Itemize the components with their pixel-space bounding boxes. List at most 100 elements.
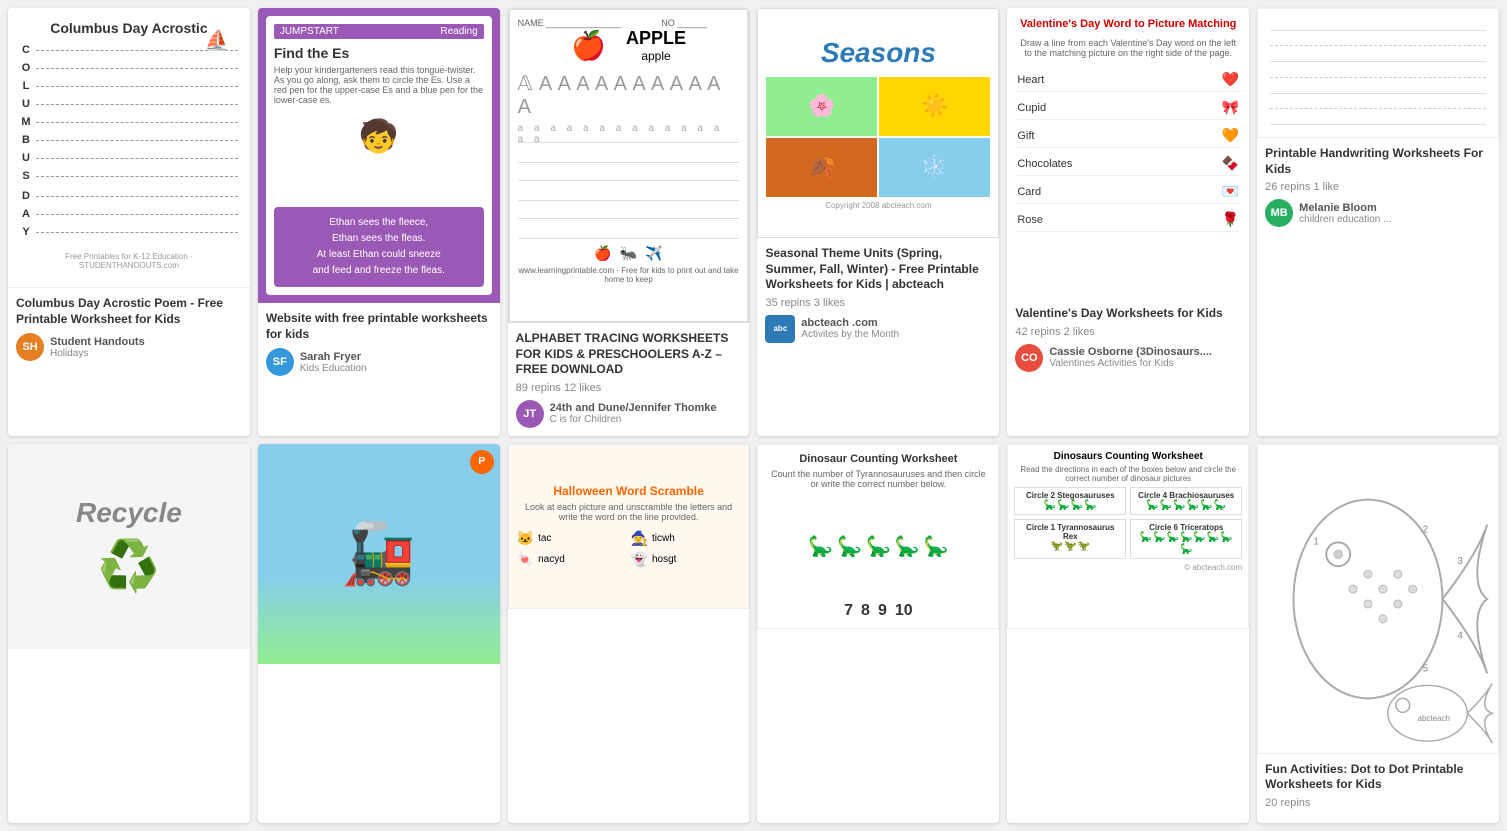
- card-body: Website with free printable worksheets f…: [258, 303, 500, 384]
- val-row-gift: Gift 🧡: [1017, 124, 1239, 148]
- card-image: NAME _______________ NO ______ 🍎 APPLE a…: [508, 8, 750, 323]
- card-title: Fun Activities: Dot to Dot Printable Wor…: [1265, 762, 1491, 793]
- card-stats: 42 repins 2 likes: [1015, 326, 1241, 338]
- author-name: Cassie Osborne (3Dinosaurs....: [1049, 346, 1241, 358]
- card-image: JUMPSTART Reading Find the Es Help your …: [258, 8, 500, 303]
- val-row-chocolates: Chocolates 🍫: [1017, 152, 1239, 176]
- card-image: 1 2 3 4 5 abcteach: [1257, 444, 1499, 754]
- author-info: Sarah Fryer Kids Education: [300, 351, 492, 374]
- fish-svg: 1 2 3 4 5 abcteach: [1258, 445, 1498, 753]
- card-fish[interactable]: Save 1 2 3: [1257, 444, 1499, 823]
- valentine-subtitle: Draw a line from each Valentine's Day wo…: [1017, 38, 1239, 58]
- author-name: abcteach .com: [801, 317, 991, 329]
- author-name: 24th and Dune/Jennifer Thomke: [550, 402, 742, 414]
- card-title: Seasonal Theme Units (Spring, Summer, Fa…: [765, 246, 991, 293]
- card-columbus[interactable]: Save ⛵ Columbus Day Acrostic C O L U M B…: [8, 8, 250, 436]
- worksheet-title: Find the Es: [274, 45, 484, 61]
- scramble-title: Halloween Word Scramble: [553, 484, 704, 498]
- user-badge: P: [470, 450, 494, 474]
- card-author[interactable]: abc abcteach .com Activites by the Month: [765, 315, 991, 343]
- seasons-title: Seasons: [821, 37, 936, 69]
- author-sub: Kids Education: [300, 363, 492, 374]
- dw-cell: Circle 6 Triceratops 🦕 🦕 🦕 🦕 🦕 🦕 🦕 🦕: [1130, 519, 1242, 559]
- scramble-item: 🍬 nacyd: [517, 551, 627, 568]
- tracing-lines: a a a a a a a a a a a a a a a: [518, 125, 740, 239]
- card-image: Recycle ♻️: [8, 444, 250, 649]
- card-recycle[interactable]: Save Recycle ♻️: [8, 444, 250, 823]
- scramble-item: 🧙 ticwh: [631, 530, 741, 547]
- card-author[interactable]: SH Student Handouts Holidays: [16, 333, 242, 361]
- dw-footer: © abcteach.com: [1014, 563, 1242, 572]
- dw-cell: Circle 4 Brachiosauruses 🦕 🦕 🦕 🦕 🦕 🦕: [1130, 487, 1242, 515]
- card-stats: 26 repins 1 like: [1265, 181, 1491, 193]
- author-avatar: MB: [1265, 199, 1293, 227]
- author-info: Student Handouts Holidays: [50, 336, 242, 359]
- card-title: ALPHABET TRACING WORKSHEETS FOR KIDS & P…: [516, 331, 742, 378]
- scramble-grid: 🐱 tac 🧙 ticwh 🍬 nacyd 👻 hosgt: [517, 530, 741, 568]
- val-row-rose: Rose 🌹: [1017, 208, 1239, 232]
- ship-icon: ⛵: [205, 28, 230, 53]
- worksheet-inner: JUMPSTART Reading Find the Es Help your …: [266, 16, 492, 295]
- card-dino-worksheet[interactable]: Save Dinosaurs Counting Worksheet Read t…: [1007, 444, 1249, 823]
- card-thomas[interactable]: Save 🚂 P: [258, 444, 500, 823]
- scramble-desc: Look at each picture and unscramble the …: [517, 502, 741, 522]
- card-image: Dinosaurs Counting Worksheet Read the di…: [1007, 444, 1249, 629]
- valentine-title: Valentine's Day Word to Picture Matching: [1017, 18, 1239, 30]
- card-seasons[interactable]: Save Seasons 🌸 ☀️ 🍂 ❄️ Copyright 2008 ab…: [757, 8, 999, 436]
- season-winter: ❄️: [879, 138, 990, 197]
- val-row-heart: Heart ❤️: [1017, 68, 1239, 92]
- alphabet-word: APPLE apple: [626, 28, 686, 63]
- card-stats: 89 repins 12 likes: [516, 382, 742, 394]
- card-halloween[interactable]: Save Halloween Word Scramble Look at eac…: [508, 444, 750, 823]
- dw-grid: Circle 2 Stegosauruses 🦕 🦕 🦕 🦕 Circle 4 …: [1014, 487, 1242, 559]
- svg-text:5: 5: [1423, 663, 1429, 674]
- author-info: 24th and Dune/Jennifer Thomke C is for C…: [550, 402, 742, 425]
- dw-cell: Circle 2 Stegosauruses 🦕 🦕 🦕 🦕: [1014, 487, 1126, 515]
- card-image: Valentine's Day Word to Picture Matching…: [1007, 8, 1249, 298]
- card-body: ALPHABET TRACING WORKSHEETS FOR KIDS & P…: [508, 323, 750, 436]
- dw-title: Dinosaurs Counting Worksheet: [1014, 451, 1242, 462]
- author-sub: children education ...: [1299, 214, 1491, 225]
- seasons-grid: 🌸 ☀️ 🍂 ❄️: [766, 77, 990, 197]
- season-spring: 🌸: [766, 77, 877, 136]
- season-fall: 🍂: [766, 138, 877, 197]
- dw-desc: Read the directions in each of the boxes…: [1014, 465, 1242, 483]
- svg-text:1: 1: [1313, 536, 1319, 547]
- pin-grid: Save ⛵ Columbus Day Acrostic C O L U M B…: [0, 0, 1507, 831]
- card-image: Halloween Word Scramble Look at each pic…: [508, 444, 750, 609]
- author-avatar: JT: [516, 400, 544, 428]
- author-avatar: SF: [266, 348, 294, 376]
- recycle-word: Recycle: [76, 497, 182, 529]
- dino-numbers: 7 8 9 10: [766, 602, 990, 620]
- author-name: Sarah Fryer: [300, 351, 492, 363]
- svg-text:2: 2: [1423, 524, 1429, 535]
- card-handwriting[interactable]: Save Printable Handwriting Worksheets Fo…: [1257, 8, 1499, 436]
- card-body: Columbus Day Acrostic Poem - Free Printa…: [8, 288, 250, 369]
- worksheet-header: JUMPSTART Reading: [274, 24, 484, 39]
- card-author[interactable]: JT 24th and Dune/Jennifer Thomke C is fo…: [516, 400, 742, 428]
- scramble-item: 👻 hosgt: [631, 551, 741, 568]
- card-find-es[interactable]: Save JUMPSTART Reading Find the Es Help …: [258, 8, 500, 436]
- author-info: Melanie Bloom children education ...: [1299, 202, 1491, 225]
- card-image: ⛵ Columbus Day Acrostic C O L U M B U S …: [8, 8, 250, 288]
- card-title: Website with free printable worksheets f…: [266, 311, 492, 342]
- card-author[interactable]: MB Melanie Bloom children education ...: [1265, 199, 1491, 227]
- author-avatar: CO: [1015, 344, 1043, 372]
- card-alphabet[interactable]: Save NAME _______________ NO ______ 🍎 AP…: [508, 8, 750, 436]
- poem-text: Ethan sees the fleece, Ethan sees the fl…: [274, 207, 484, 287]
- author-name: Student Handouts: [50, 336, 242, 348]
- dino-desc: Count the number of Tyrannosauruses and …: [766, 469, 990, 489]
- author-sub: Activites by the Month: [801, 329, 991, 340]
- card-dino-count[interactable]: Save Dinosaur Counting Worksheet Count t…: [757, 444, 999, 823]
- author-info: Cassie Osborne (3Dinosaurs.... Valentine…: [1049, 346, 1241, 369]
- card-title: Printable Handwriting Worksheets For Kid…: [1265, 146, 1491, 177]
- card-body: Valentine's Day Worksheets for Kids 42 r…: [1007, 298, 1249, 380]
- card-author[interactable]: SF Sarah Fryer Kids Education: [266, 348, 492, 376]
- card-image: Dinosaur Counting Worksheet Count the nu…: [757, 444, 999, 629]
- card-valentine[interactable]: Save Valentine's Day Word to Picture Mat…: [1007, 8, 1249, 436]
- card-body: Printable Handwriting Worksheets For Kid…: [1257, 138, 1499, 235]
- card-image: [1257, 8, 1499, 138]
- character-icon: 🧒: [274, 117, 484, 155]
- svg-text:3: 3: [1458, 556, 1464, 567]
- card-author[interactable]: CO Cassie Osborne (3Dinosaurs.... Valent…: [1015, 344, 1241, 372]
